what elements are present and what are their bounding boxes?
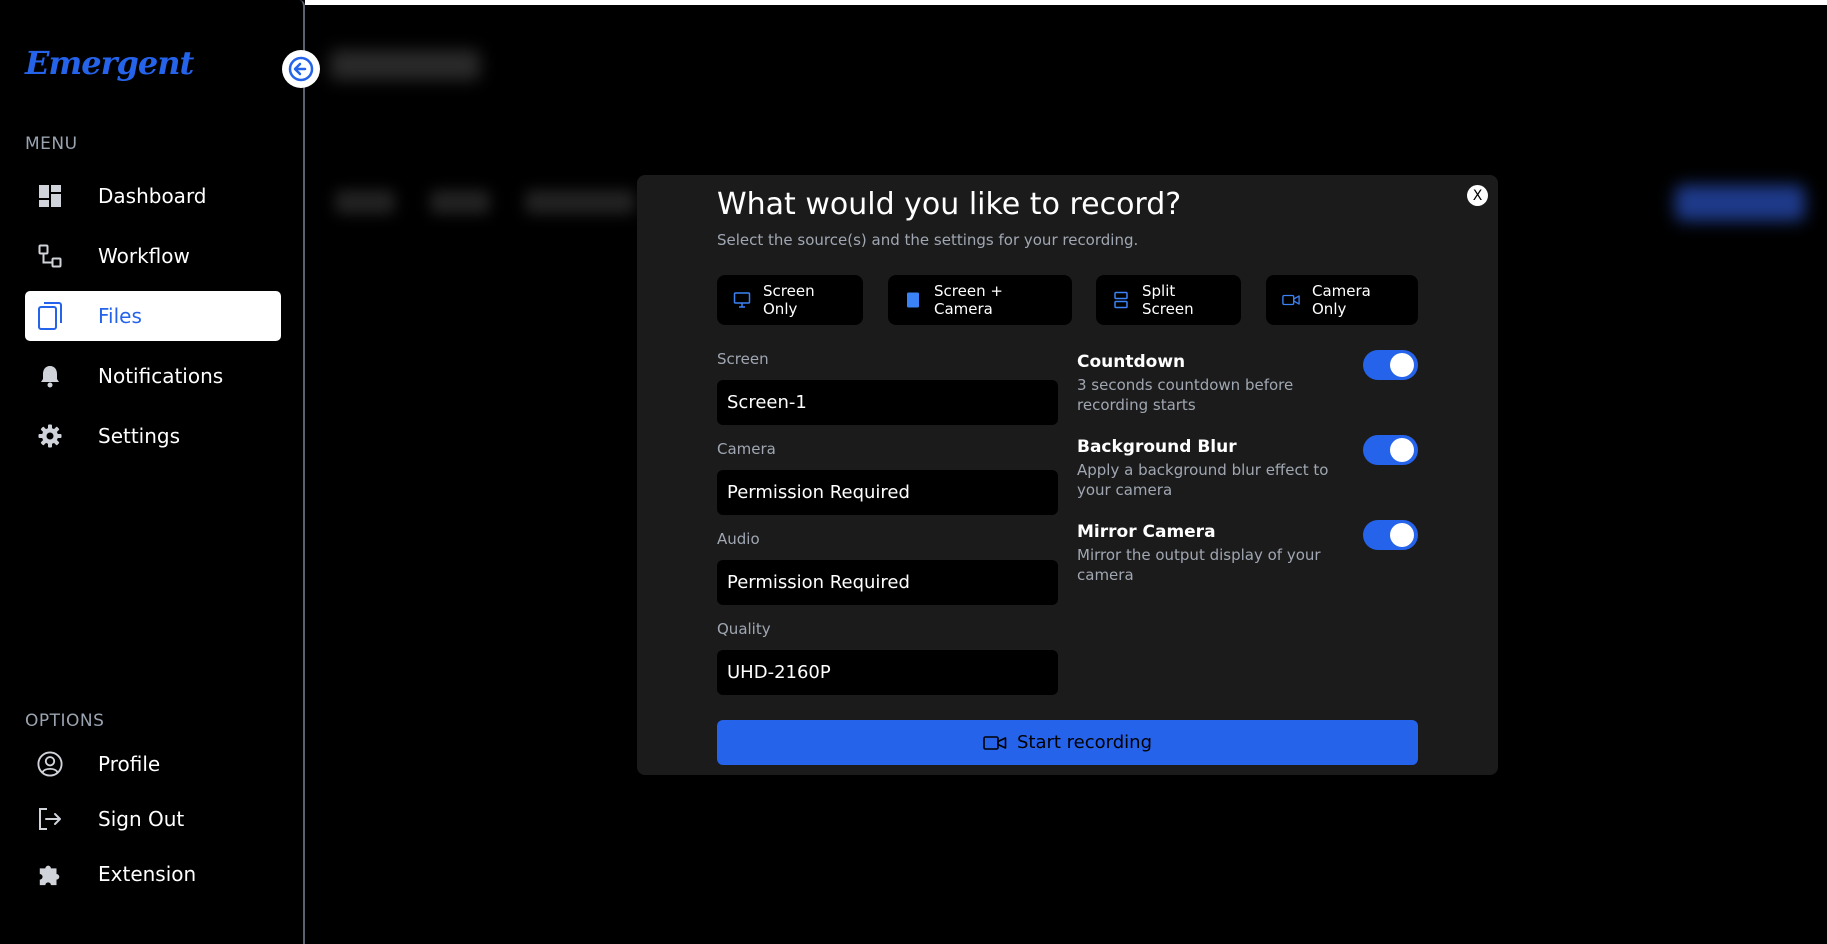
sidebar: Emergent MENU Dashboard Workflow Files N… [0, 0, 320, 944]
sidebar-item-label: Workflow [98, 244, 190, 268]
start-recording-button[interactable]: Start recording [717, 720, 1418, 765]
video-camera-icon [983, 734, 1007, 752]
modal-title: What would you like to record? [717, 187, 1182, 222]
source-screen-camera-button[interactable]: Screen + Camera [888, 275, 1072, 325]
background-blur-title: Background Blur [1077, 437, 1237, 457]
sidebar-item-settings[interactable]: Settings [25, 411, 281, 461]
quality-select[interactable]: UHD-2160P [717, 650, 1058, 695]
quality-label: Quality [717, 620, 771, 638]
toggle-knob [1390, 438, 1414, 462]
source-camera-only-button[interactable]: Camera Only [1266, 275, 1418, 325]
collapse-sidebar-button[interactable] [282, 50, 320, 88]
blurred-tab [430, 190, 490, 214]
gear-icon [37, 423, 63, 449]
audio-label: Audio [717, 530, 760, 548]
options-section-label: OPTIONS [25, 711, 105, 731]
sidebar-item-label: Extension [98, 862, 197, 886]
source-label: Camera Only [1312, 282, 1371, 318]
sidebar-item-label: Settings [98, 424, 181, 448]
sidebar-item-dashboard[interactable]: Dashboard [25, 171, 281, 221]
sidebar-item-files[interactable]: Files [25, 291, 281, 341]
app-logo[interactable]: Emergent [25, 44, 194, 82]
toggle-knob [1390, 523, 1414, 547]
blurred-tab [525, 190, 635, 214]
source-screen-only-button[interactable]: Screen Only [717, 275, 863, 325]
background-blur-description: Apply a background blur effect to your c… [1077, 461, 1329, 499]
sign-out-icon [37, 806, 63, 832]
record-modal: X What would you like to record? Select … [637, 175, 1498, 775]
sidebar-item-workflow[interactable]: Workflow [25, 231, 281, 281]
mirror-camera-toggle[interactable] [1363, 520, 1418, 550]
countdown-toggle[interactable] [1363, 350, 1418, 380]
source-split-screen-button[interactable]: Split Screen [1096, 275, 1241, 325]
monitor-icon [733, 291, 751, 309]
sidebar-item-label: Files [98, 304, 142, 328]
toggle-knob [1390, 353, 1414, 377]
source-label: Split Screen [1142, 282, 1194, 318]
sidebar-item-extension[interactable]: Extension [25, 849, 281, 899]
countdown-title: Countdown [1077, 352, 1186, 372]
blurred-page-title [330, 50, 480, 80]
source-label: Screen Only [763, 282, 815, 318]
screen-select[interactable]: Screen-1 [717, 380, 1058, 425]
background-blur-toggle[interactable] [1363, 435, 1418, 465]
sidebar-item-sign-out[interactable]: Sign Out [25, 794, 281, 844]
screen-label: Screen [717, 350, 769, 368]
camera-select[interactable]: Permission Required [717, 470, 1058, 515]
mirror-camera-title: Mirror Camera [1077, 522, 1216, 542]
video-camera-icon [1282, 291, 1300, 309]
modal-subtitle: Select the source(s) and the settings fo… [717, 231, 1139, 249]
workflow-icon [37, 243, 63, 269]
camera-label: Camera [717, 440, 776, 458]
menu-section-label: MENU [25, 134, 78, 154]
start-recording-label: Start recording [1016, 732, 1153, 753]
sidebar-item-profile[interactable]: Profile [25, 739, 281, 789]
source-label: Screen + Camera [934, 282, 1003, 318]
files-icon [37, 302, 63, 330]
bell-icon [37, 363, 63, 389]
top-strip [305, 0, 1827, 5]
sidebar-item-notifications[interactable]: Notifications [25, 351, 281, 401]
blurred-tab [335, 190, 395, 214]
sidebar-item-label: Dashboard [98, 184, 207, 208]
close-modal-button[interactable]: X [1467, 185, 1488, 206]
arrow-left-icon [288, 56, 314, 82]
countdown-description: 3 seconds countdown before recording sta… [1077, 376, 1294, 414]
sidebar-item-label: Profile [98, 752, 161, 776]
split-screen-icon [1112, 291, 1130, 309]
screen-camera-icon [904, 291, 922, 309]
mirror-camera-description: Mirror the output display of your camera [1077, 546, 1321, 584]
sidebar-item-label: Sign Out [98, 807, 185, 831]
user-circle-icon [37, 751, 63, 777]
blurred-action-button [1675, 185, 1805, 221]
dashboard-icon [37, 183, 63, 209]
audio-select[interactable]: Permission Required [717, 560, 1058, 605]
puzzle-icon [37, 861, 63, 887]
sidebar-item-label: Notifications [98, 364, 224, 388]
